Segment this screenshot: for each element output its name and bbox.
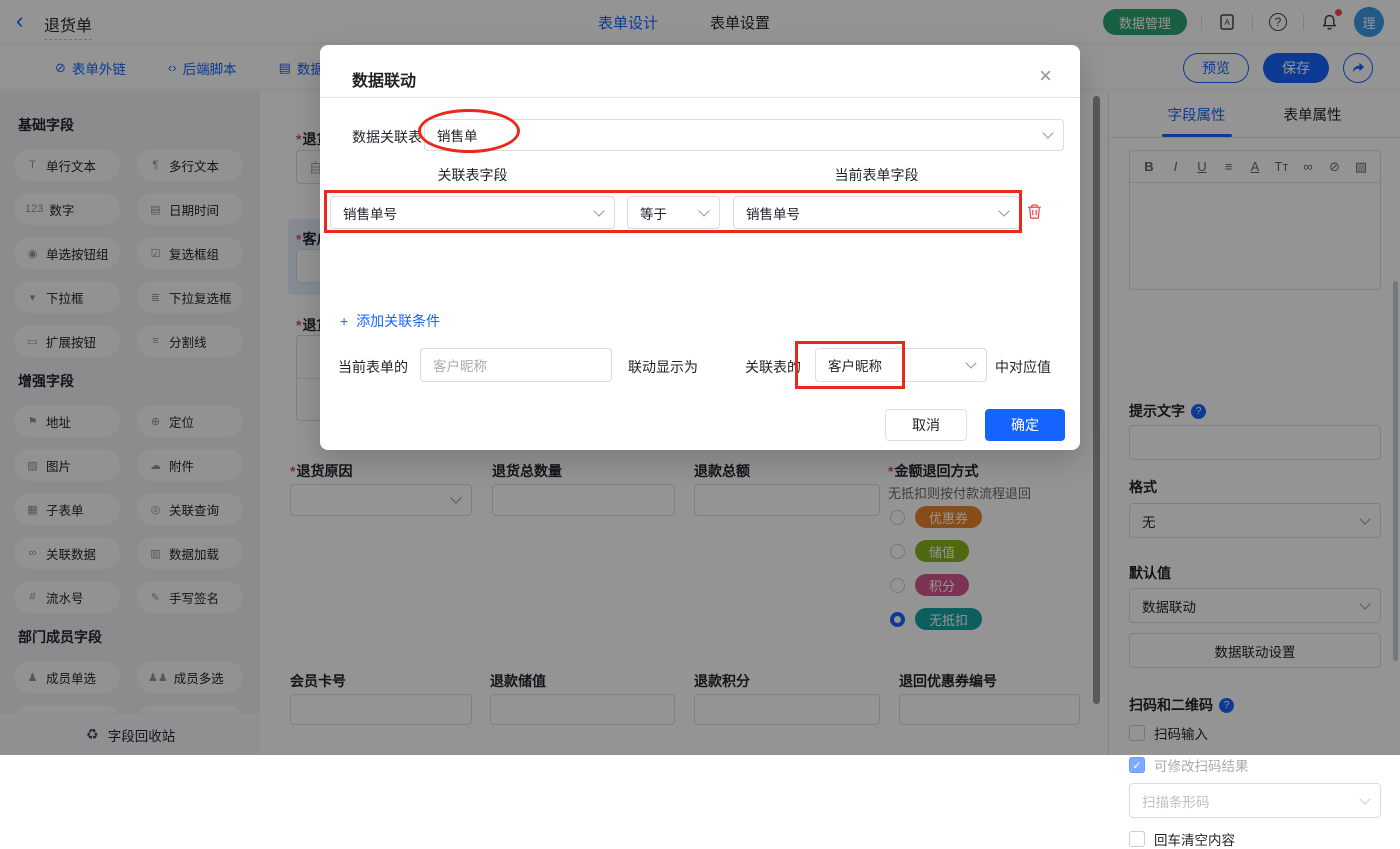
condition-left-value: 销售单号 (343, 206, 397, 222)
condition-left-select[interactable]: 销售单号 (330, 196, 615, 229)
link-table-label: 数据关联表 (352, 129, 422, 145)
display-as-label: 联动显示为 (628, 359, 698, 375)
checkbox-icon (1129, 831, 1145, 847)
scan-type-select[interactable]: 扫描条形码 (1129, 783, 1381, 818)
data-linkage-modal: 数据联动 × 数据关联表 销售单 关联表字段 当前表单字段 销售单号 等于 销售… (320, 45, 1080, 450)
condition-operator-value: 等于 (640, 206, 667, 222)
delete-condition-icon[interactable] (1026, 203, 1044, 221)
condition-operator-select[interactable]: 等于 (627, 196, 720, 229)
checkbox-checked-icon: ✓ (1129, 757, 1145, 773)
add-condition-link[interactable]: + 添加关联条件 (340, 311, 440, 331)
checkbox-label: 回车清空内容 (1154, 833, 1235, 848)
chevron-down-icon (1042, 127, 1054, 139)
checkbox-label: 可修改扫码结果 (1154, 759, 1249, 774)
cancel-button[interactable]: 取消 (885, 409, 967, 441)
linked-table-label: 关联表的 (745, 359, 801, 375)
chevron-down-icon (593, 204, 605, 217)
linked-field-select[interactable]: 客户昵称 (815, 348, 987, 382)
link-table-select[interactable]: 销售单 (424, 119, 1064, 151)
current-form-field-input[interactable]: 客户昵称 (420, 348, 612, 382)
close-icon[interactable]: × (1039, 63, 1052, 89)
modal-title: 数据联动 (352, 73, 417, 90)
link-table-value: 销售单 (437, 129, 478, 144)
divider (320, 97, 1080, 98)
enter-clear-checkbox[interactable]: 回车清空内容 (1129, 829, 1235, 849)
current-form-label: 当前表单的 (338, 359, 408, 375)
chevron-down-icon (965, 357, 977, 369)
chevron-down-icon (698, 204, 710, 217)
editable-scan-result-checkbox[interactable]: ✓ 可修改扫码结果 (1129, 755, 1249, 775)
linked-field-value: 客户昵称 (828, 359, 882, 374)
chevron-down-icon (1359, 792, 1371, 805)
plus-icon: + (340, 313, 349, 329)
condition-right-value: 销售单号 (746, 206, 800, 222)
current-form-field-value: 客户昵称 (433, 359, 487, 374)
confirm-button[interactable]: 确定 (985, 409, 1065, 441)
chevron-down-icon (998, 204, 1010, 217)
column-header-current-field: 当前表单字段 (834, 167, 919, 183)
suffix-label: 中对应值 (995, 359, 1051, 375)
condition-right-select[interactable]: 销售单号 (733, 196, 1020, 229)
add-condition-label: 添加关联条件 (356, 313, 441, 329)
column-header-linked-field: 关联表字段 (437, 167, 508, 183)
